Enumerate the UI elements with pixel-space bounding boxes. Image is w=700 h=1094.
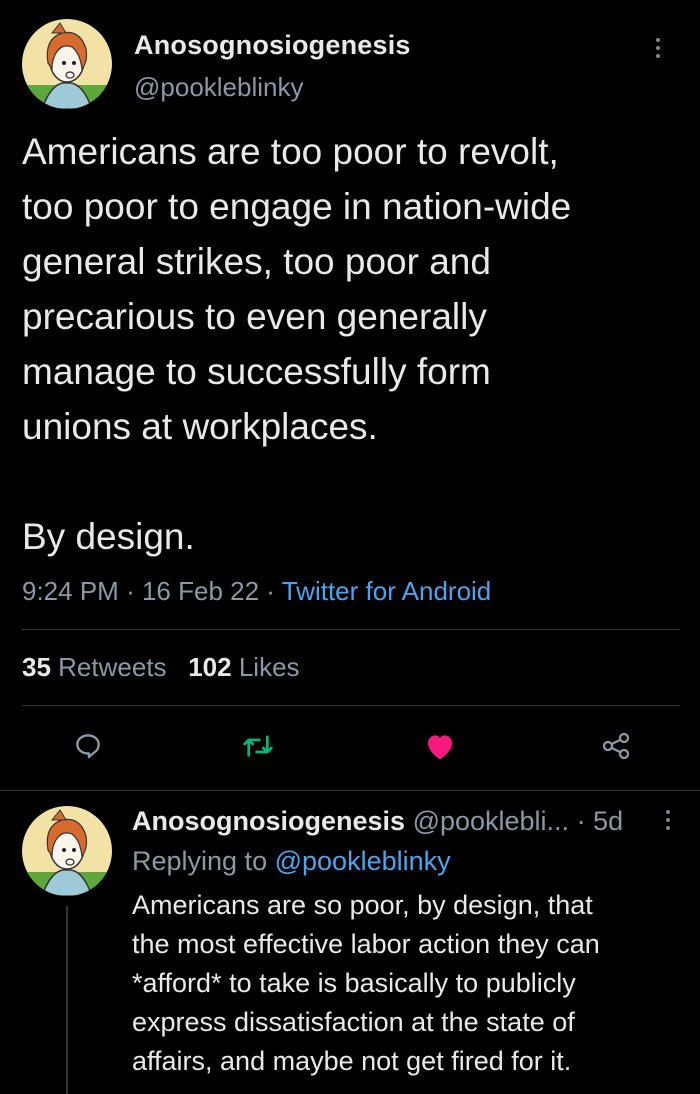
meta-separator: · xyxy=(266,576,275,606)
reply-author-handle[interactable]: @pooklebli... xyxy=(413,806,570,836)
reply-button[interactable] xyxy=(68,726,108,766)
tweet-time: 9:24 PM xyxy=(22,576,119,606)
reply-icon xyxy=(76,734,100,759)
divider xyxy=(22,705,680,706)
share-icon xyxy=(602,732,630,760)
heart-icon xyxy=(428,735,452,760)
replying-prefix: Replying to xyxy=(132,846,268,876)
retweets-count: 35 xyxy=(22,652,51,682)
engagement-stats: 35 Retweets 102 Likes xyxy=(22,652,300,683)
replying-to-handle[interactable]: @pookleblinky xyxy=(275,846,451,876)
more-options-icon[interactable] xyxy=(646,28,670,68)
meta-separator: · xyxy=(126,576,135,606)
reply-text: Americans are so poor, by design, that t… xyxy=(132,890,600,1076)
reply-age: · 5d xyxy=(576,806,624,836)
reply-author-name[interactable]: Anosognosiogenesis xyxy=(132,806,405,836)
retweet-button[interactable] xyxy=(238,726,278,766)
replying-to: Replying to @pookleblinky xyxy=(132,846,451,877)
author-avatar[interactable] xyxy=(22,19,112,109)
retweets-label: Retweets xyxy=(58,652,167,682)
thread-line xyxy=(66,906,68,1094)
tweet-source-link[interactable]: Twitter for Android xyxy=(282,576,492,606)
reply-header: Anosognosiogenesis @pooklebli... · 5d xyxy=(132,806,623,837)
tweet-date: 16 Feb 22 xyxy=(141,576,260,606)
reply-more-options-icon[interactable] xyxy=(656,802,680,838)
share-button[interactable] xyxy=(596,726,636,766)
retweets-stat[interactable]: 35 Retweets xyxy=(22,652,167,682)
like-button[interactable] xyxy=(420,726,460,766)
tweet-metadata: 9:24 PM · 16 Feb 22 · Twitter for Androi… xyxy=(22,576,491,607)
author-handle[interactable]: @pookleblinky xyxy=(134,72,303,103)
likes-stat[interactable]: 102 Likes xyxy=(188,652,299,682)
retweet-icon xyxy=(243,735,273,757)
reply-author-avatar[interactable] xyxy=(22,806,112,896)
author-name[interactable]: Anosognosiogenesis xyxy=(134,30,411,61)
likes-count: 102 xyxy=(188,652,232,682)
divider xyxy=(22,629,680,630)
divider xyxy=(0,790,700,791)
tweet-text: Americans are too poor to revolt, too po… xyxy=(22,131,572,557)
likes-label: Likes xyxy=(238,652,300,682)
